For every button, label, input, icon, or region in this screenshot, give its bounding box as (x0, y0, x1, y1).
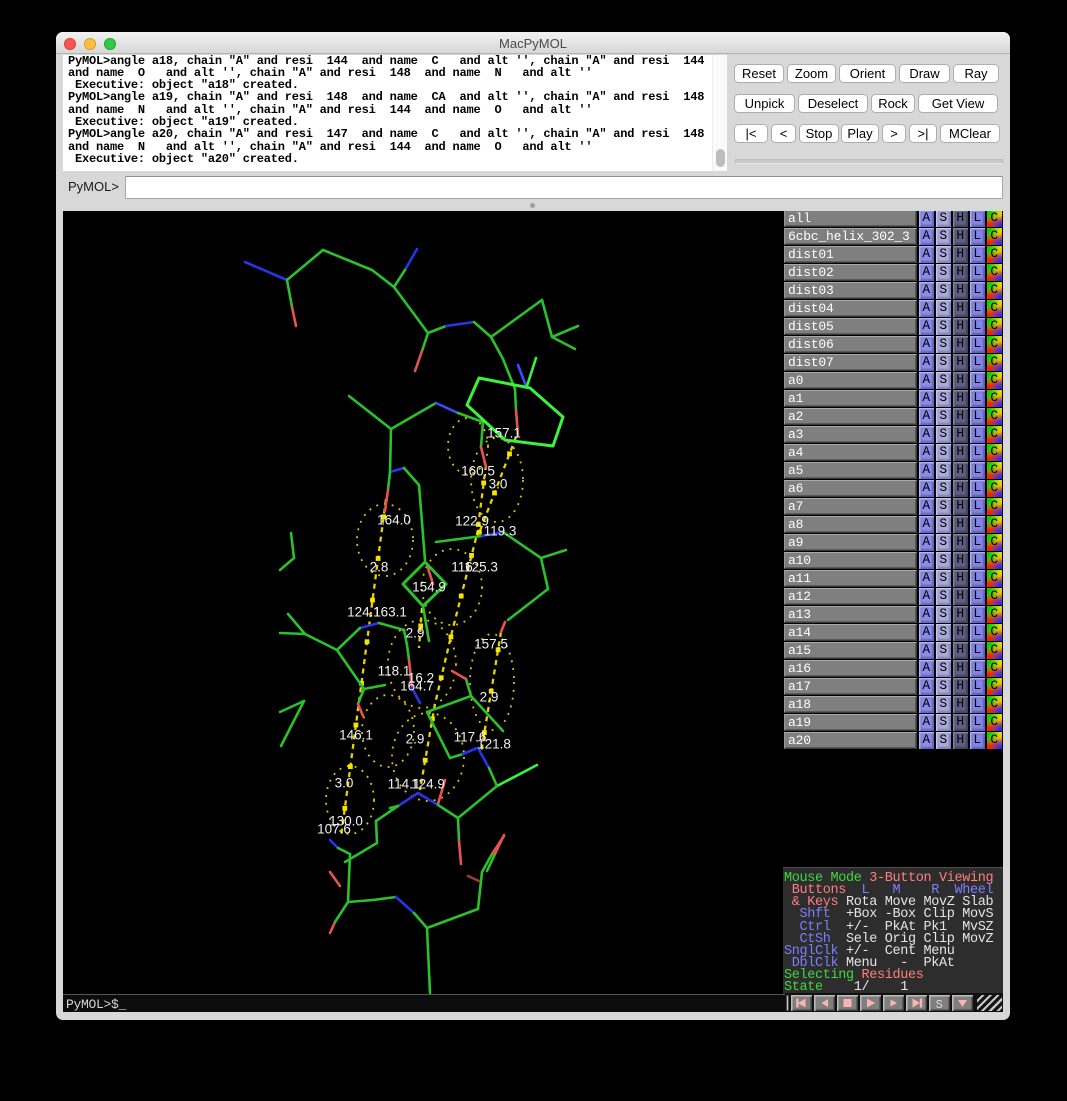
svg-text:125.3: 125.3 (464, 560, 498, 575)
svg-text:164.0: 164.0 (377, 513, 411, 528)
svg-text:164.7: 164.7 (400, 679, 434, 694)
svg-text:157.1: 157.1 (487, 426, 521, 441)
svg-text:3.0: 3.0 (335, 776, 354, 791)
svg-text:107.6: 107.6 (317, 822, 351, 837)
svg-text:2.9: 2.9 (406, 626, 425, 641)
svg-text:118.1: 118.1 (378, 664, 411, 679)
svg-text:119.3: 119.3 (484, 524, 517, 539)
svg-text:2.9: 2.9 (406, 732, 425, 747)
svg-text:2.9: 2.9 (480, 690, 499, 705)
svg-text:154.9: 154.9 (412, 580, 446, 595)
svg-text:124.9: 124.9 (411, 777, 445, 792)
svg-text:163.1: 163.1 (373, 605, 407, 620)
svg-text:3.0: 3.0 (489, 477, 508, 492)
svg-text:146.1: 146.1 (339, 728, 373, 743)
svg-text:2.8: 2.8 (370, 560, 389, 575)
svg-text:121.8: 121.8 (477, 737, 511, 752)
svg-text:157.5: 157.5 (474, 637, 508, 652)
